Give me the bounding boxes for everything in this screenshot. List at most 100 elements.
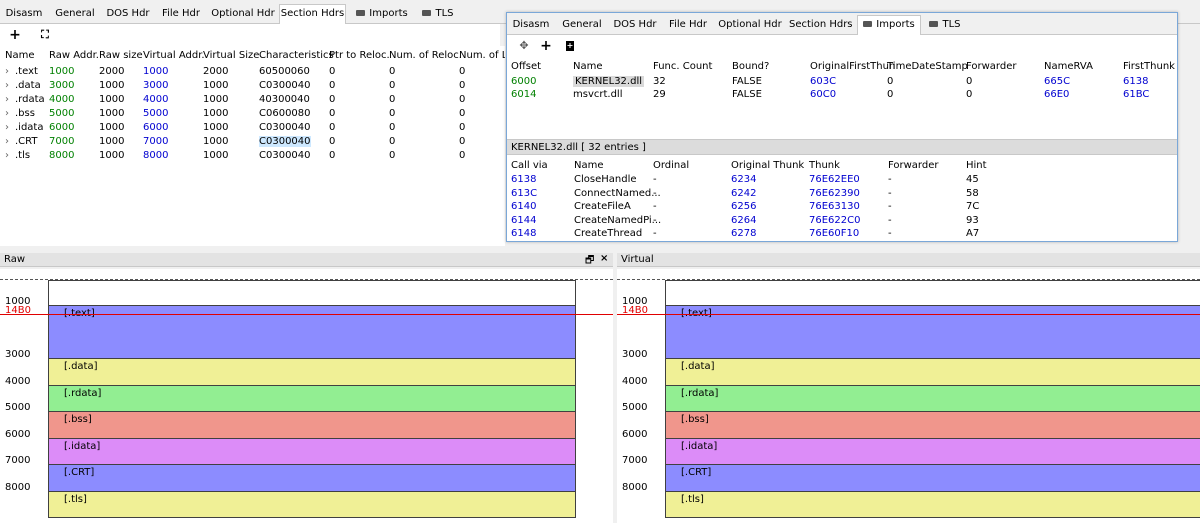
tab-file-hdr[interactable]: File Hdr	[158, 5, 204, 24]
column-header[interactable]: FirstThunk	[1123, 61, 1175, 72]
column-header[interactable]: Virtual Addr.	[143, 50, 205, 61]
tab-dos-hdr[interactable]: DOS Hdr	[611, 16, 659, 35]
column-header[interactable]: Virtual Size	[203, 50, 259, 61]
add-section-button[interactable]: +	[6, 26, 24, 44]
column-header[interactable]: Call via	[511, 160, 548, 171]
section-label: [.tls]	[64, 493, 87, 505]
table-row[interactable]: 6148 CreateThread -6278 76E60F10- A7	[507, 228, 1177, 241]
move-button[interactable]: ✥	[515, 37, 533, 55]
table-cell: 8000	[49, 150, 75, 161]
section-block[interactable]: [.idata]	[48, 438, 576, 465]
column-header[interactable]: Raw Addr.	[49, 50, 99, 61]
move-icon: ✥	[519, 39, 529, 52]
table-cell: 6138	[511, 174, 537, 185]
column-header[interactable]: Thunk	[809, 160, 840, 171]
column-header[interactable]: Characteristics	[259, 50, 334, 61]
expand-arrow-icon[interactable]: ›	[5, 108, 9, 119]
section-block[interactable]: [.data]	[665, 359, 1200, 386]
table-row[interactable]: › .rdata 4000 1000 4000 1000 40300040 0 0 0	[0, 94, 505, 108]
section-block[interactable]: [.bss]	[665, 412, 1200, 439]
section-block[interactable]: [.data]	[48, 359, 576, 386]
section-block[interactable]: [.CRT]	[665, 465, 1200, 492]
add-library-button[interactable]: +	[561, 37, 579, 55]
column-header[interactable]: Name	[573, 61, 603, 72]
column-header[interactable]: Bound?	[732, 61, 769, 72]
column-header[interactable]: Offset	[511, 61, 541, 72]
expand-arrow-icon[interactable]: ›	[5, 94, 9, 105]
section-block[interactable]: [.idata]	[665, 438, 1200, 465]
expand-arrow-icon[interactable]: ›	[5, 150, 9, 161]
section-block[interactable]: [.tls]	[665, 491, 1200, 518]
column-header[interactable]: Original Thunk	[731, 160, 804, 171]
folder-icon	[422, 10, 432, 16]
column-header[interactable]: Name	[5, 50, 35, 61]
table-row[interactable]: › .CRT 7000 1000 7000 1000 C0300040 0 0 0	[0, 136, 505, 150]
table-cell: -	[888, 228, 892, 239]
tab-file-hdr[interactable]: File Hdr	[665, 16, 711, 35]
tab-disasm[interactable]: Disasm	[4, 5, 44, 24]
table-cell: 0	[389, 122, 396, 133]
header-block[interactable]	[665, 280, 1200, 306]
table-row[interactable]: › .idata 6000 1000 6000 1000 C0300040 0 0 0	[0, 122, 505, 136]
raw-map[interactable]: [.text] [.data] [.rdata] [.bss] [.idata] [.CR…	[0, 269, 613, 523]
fit-button[interactable]: ⛶	[36, 26, 54, 44]
functions-table: Call via Name Ordinal Original Thunk Thu…	[507, 156, 1177, 242]
tab-optional-hdr[interactable]: Optional Hdr	[210, 5, 276, 24]
tab-tls[interactable]: TLS	[927, 16, 963, 35]
column-header[interactable]: Name	[574, 160, 604, 171]
column-header[interactable]: Ordinal	[653, 160, 689, 171]
column-header[interactable]: Forwarder	[888, 160, 938, 171]
section-label: [.bss]	[681, 414, 709, 425]
table-row[interactable]: › .tls 8000 1000 8000 1000 C0300040 0 0 0	[0, 150, 505, 164]
add-import-button[interactable]: +	[537, 37, 555, 55]
table-row[interactable]: › .text 1000 2000 1000 2000 60500060 0 0 0	[0, 66, 505, 80]
table-cell: 6148	[511, 228, 537, 239]
column-header[interactable]: TimeDateStamp	[887, 61, 968, 72]
section-block[interactable]: [.CRT]	[48, 465, 576, 492]
table-row[interactable]: › .data 3000 1000 3000 1000 C0300040 0 0 0	[0, 80, 505, 94]
tab-dos-hdr[interactable]: DOS Hdr	[104, 5, 152, 24]
table-row[interactable]: 6138 CloseHandle - 6234 76E62EE0 - 45	[507, 174, 1177, 187]
table-row[interactable]: › .bss 5000 1000 5000 1000 C0600080 0 0 0	[0, 108, 505, 122]
table-cell: 6140	[511, 201, 537, 212]
expand-arrow-icon[interactable]: ›	[5, 66, 9, 77]
tab-imports[interactable]: Imports	[857, 15, 921, 36]
tab-general[interactable]: General	[52, 5, 98, 24]
virtual-map[interactable]: [.text] [.data] [.rdata] [.bss] [.idata] [.CR…	[617, 269, 1200, 523]
column-header[interactable]: Forwarder	[966, 61, 1016, 72]
column-header[interactable]: Hint	[966, 160, 987, 171]
table-cell: CreateThread	[574, 228, 643, 239]
table-row[interactable]: 6014 msvcrt.dll 29 FALSE 60C0 0 0 66E0 61BC	[507, 89, 1177, 102]
section-block[interactable]: [.rdata]	[48, 385, 576, 412]
fit-icon: ⛶	[41, 28, 49, 41]
column-header[interactable]: Num. of Reloc.	[389, 50, 462, 61]
column-header[interactable]: Func. Count	[653, 61, 712, 72]
section-block[interactable]: [.bss]	[48, 412, 576, 439]
column-header[interactable]: Num. of Lin	[459, 50, 505, 61]
tab-section-hdrs[interactable]: Section Hdrs	[279, 4, 346, 25]
expand-arrow-icon[interactable]: ›	[5, 136, 9, 147]
column-header[interactable]: NameRVA	[1044, 61, 1093, 72]
tab-tls[interactable]: TLS	[420, 5, 456, 24]
table-row[interactable]: 6140 CreateFileA - 6256 76E63130 - 7C	[507, 201, 1177, 214]
tab-imports[interactable]: Imports	[354, 5, 410, 24]
tab-section-hdrs[interactable]: Section Hdrs	[789, 16, 853, 35]
expand-arrow-icon[interactable]: ›	[5, 80, 9, 91]
address-tick: 6000	[5, 428, 31, 440]
close-icon[interactable]: ×	[600, 253, 608, 264]
table-row[interactable]: 613C ConnectNamed... -6242 76E62390-58	[507, 188, 1177, 201]
restore-icon[interactable]: 🗗	[585, 253, 594, 270]
column-header[interactable]: Raw size	[99, 50, 143, 61]
section-block[interactable]: [.tls]	[48, 491, 576, 518]
header-block[interactable]	[48, 280, 576, 306]
column-header[interactable]: Ptr to Reloc.	[329, 50, 390, 61]
table-row[interactable]: 6000 KERNEL32.dll 32 FALSE 603C 0 0 665C 6138	[507, 76, 1177, 89]
column-header[interactable]: OriginalFirstThun	[810, 61, 895, 72]
plus-icon: +	[9, 27, 21, 43]
tab-optional-hdr[interactable]: Optional Hdr	[717, 16, 783, 35]
table-row[interactable]: 6144 CreateNamedPi... -6264 76E622C0-93	[507, 215, 1177, 228]
expand-arrow-icon[interactable]: ›	[5, 122, 9, 133]
tab-disasm[interactable]: Disasm	[511, 16, 551, 35]
tab-general[interactable]: General	[559, 16, 605, 35]
section-block[interactable]: [.rdata]	[665, 385, 1200, 412]
